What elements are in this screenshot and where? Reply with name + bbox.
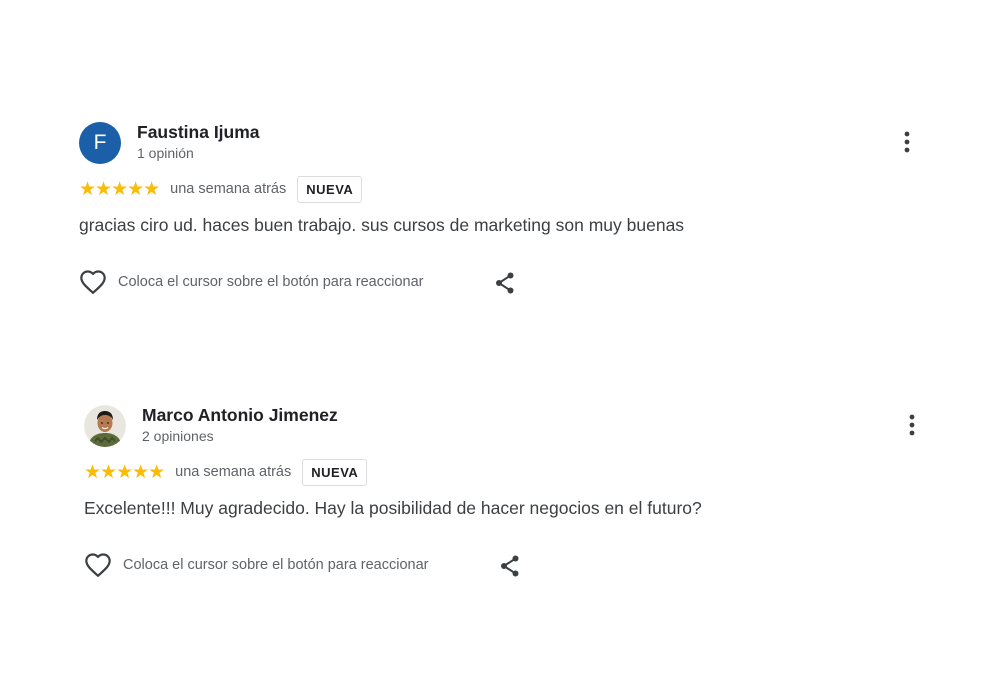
star-rating: ★★★★★ (79, 178, 160, 200)
more-vertical-icon (904, 131, 910, 153)
star-rating: ★★★★★ (84, 461, 165, 483)
reviewer-review-count: 2 opiniones (142, 428, 214, 444)
reviewer-avatar[interactable] (84, 405, 126, 447)
new-badge: NUEVA (302, 458, 368, 486)
review-date: una semana atrás (170, 181, 287, 197)
reviewer-review-count: 1 opinión (137, 145, 194, 161)
avatar-letter: F (93, 131, 107, 154)
profile-photo-icon (84, 405, 126, 447)
review-card: Marco Antonio Jimenez 2 opiniones ★★★★★ … (84, 403, 944, 603)
share-button[interactable] (492, 270, 518, 296)
share-button[interactable] (497, 553, 523, 579)
more-vertical-icon (909, 414, 915, 436)
more-options-button[interactable] (895, 128, 919, 156)
share-icon (501, 555, 519, 577)
react-hint: Coloca el cursor sobre el botón para rea… (118, 274, 424, 290)
react-button[interactable] (79, 268, 107, 296)
review-text: Excelente!!! Muy agradecido. Hay la posi… (84, 498, 702, 518)
review-date: una semana atrás (175, 464, 292, 480)
rating-row: ★★★★★ una semana atrás NUEVA (84, 458, 368, 486)
reviewer-name[interactable]: Faustina Ijuma (137, 122, 260, 143)
react-button[interactable] (84, 551, 112, 579)
reviewer-avatar[interactable]: F (79, 122, 121, 164)
heart-icon (80, 270, 106, 294)
more-options-button[interactable] (900, 411, 924, 439)
share-icon (496, 272, 514, 294)
rating-row: ★★★★★ una semana atrás NUEVA (79, 175, 363, 203)
heart-icon (85, 553, 111, 577)
review-card: F Faustina Ijuma 1 opinión ★★★★★ una sem… (79, 120, 939, 320)
new-badge: NUEVA (297, 175, 363, 203)
react-hint: Coloca el cursor sobre el botón para rea… (123, 557, 429, 573)
review-text: gracias ciro ud. haces buen trabajo. sus… (79, 215, 685, 235)
reviewer-name[interactable]: Marco Antonio Jimenez (142, 405, 338, 426)
